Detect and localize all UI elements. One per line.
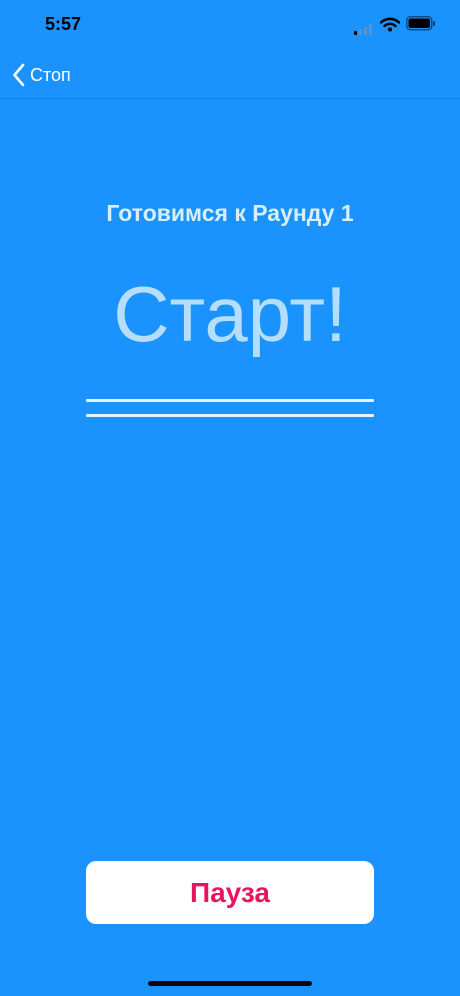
- status-time: 5:57: [45, 14, 82, 34]
- countdown-text: Старт!: [113, 270, 347, 358]
- wifi-icon: [379, 17, 401, 37]
- status-bar: 5:57: [0, 0, 460, 52]
- round-heading: Готовимся к Раунду 1: [106, 200, 354, 226]
- pause-button[interactable]: Пауза: [86, 861, 374, 924]
- divider-line: [86, 414, 374, 417]
- back-button[interactable]: Стоп: [12, 60, 71, 90]
- battery-icon: [406, 16, 436, 36]
- navigation-bar: Стоп: [0, 52, 460, 99]
- signal-icon: [354, 22, 372, 40]
- workout-screen: 5:57 Стоп Готовимся к Раунду 1 Старт! Па…: [0, 0, 460, 996]
- chevron-left-icon: [13, 63, 25, 87]
- home-indicator: [148, 981, 312, 986]
- divider-line: [86, 399, 374, 402]
- back-button-label: Стоп: [30, 64, 71, 85]
